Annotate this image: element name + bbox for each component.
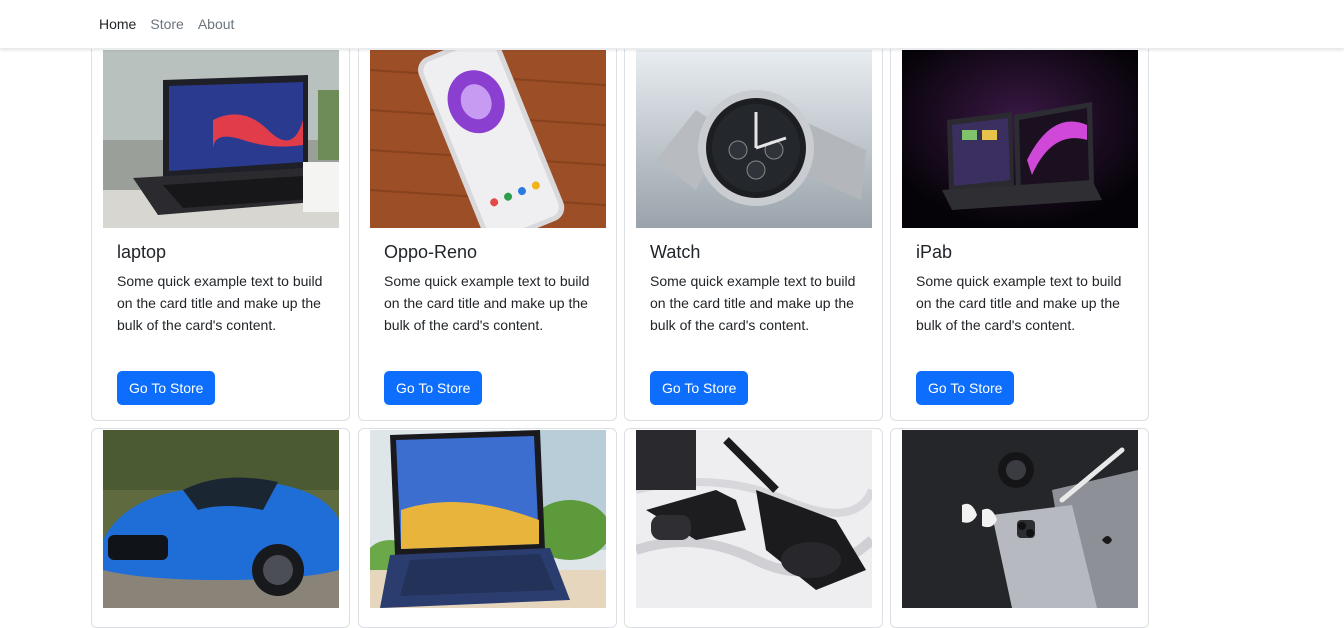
nav-link-store[interactable]: Store <box>150 15 183 33</box>
watch-photo <box>636 50 872 228</box>
ipad-photo <box>902 50 1138 228</box>
phone-photo <box>370 50 606 228</box>
card-title: Oppo-Reno <box>384 242 478 262</box>
product-grid: laptop Some quick example text to build … <box>91 0 1151 628</box>
product-card <box>890 428 1149 628</box>
card-text: Some quick example text to build on the … <box>650 273 856 333</box>
apple-devices-photo <box>902 430 1138 608</box>
go-to-store-button[interactable]: Go To Store <box>117 371 216 405</box>
go-to-store-button[interactable]: Go To Store <box>384 371 483 405</box>
card-title: iPab <box>916 242 953 262</box>
card-text: Some quick example text to build on the … <box>117 273 323 333</box>
sports-car-photo <box>103 430 339 608</box>
product-card: Watch Some quick example text to build o… <box>624 0 883 421</box>
card-text: Some quick example text to build on the … <box>916 273 1122 333</box>
go-to-store-button[interactable]: Go To Store <box>916 371 1015 405</box>
smart-glasses-photo <box>636 430 872 608</box>
laptop-photo <box>103 50 339 228</box>
nav-link-about[interactable]: About <box>198 15 235 33</box>
go-to-store-button[interactable]: Go To Store <box>650 371 749 405</box>
card-title: laptop <box>117 242 167 262</box>
card-text: Some quick example text to build on the … <box>384 273 590 333</box>
top-navbar: Home Store About <box>0 0 1344 49</box>
product-card <box>624 428 883 628</box>
nav-link-home[interactable]: Home <box>99 15 136 33</box>
nav-links: Home Store About <box>99 15 248 33</box>
tablet-keyboard-photo <box>370 430 606 608</box>
card-title: Watch <box>650 242 701 262</box>
product-card <box>358 428 617 628</box>
product-card: Oppo-Reno Some quick example text to bui… <box>358 0 617 421</box>
product-card: iPab Some quick example text to build on… <box>890 0 1149 421</box>
product-card <box>91 428 350 628</box>
product-card: laptop Some quick example text to build … <box>91 0 350 421</box>
